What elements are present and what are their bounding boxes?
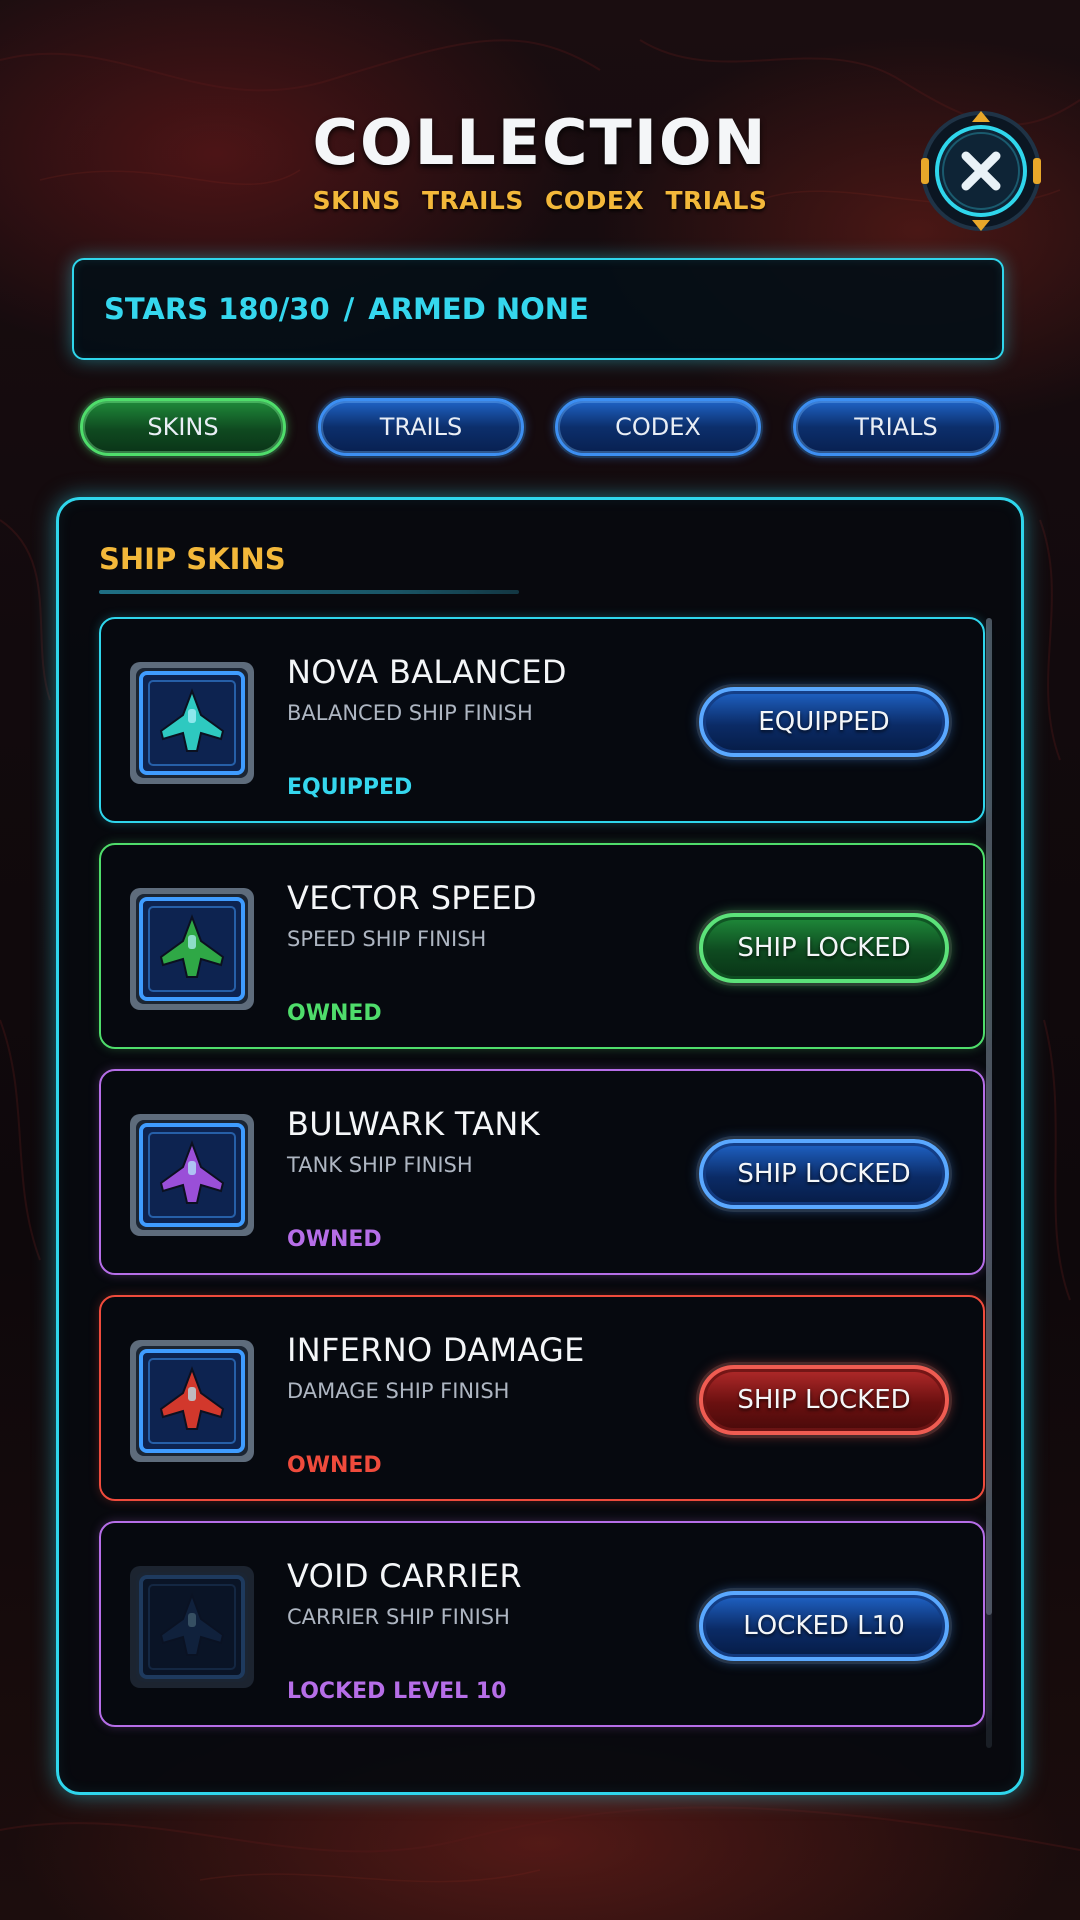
skin-status: OWNED bbox=[287, 1227, 382, 1252]
skin-name: INFERNO DAMAGE bbox=[287, 1331, 585, 1369]
skin-action-button[interactable]: LOCKED L10 bbox=[699, 1591, 949, 1661]
skin-description: DAMAGE SHIP FINISH bbox=[287, 1379, 510, 1403]
skin-name: VOID CARRIER bbox=[287, 1557, 522, 1595]
skin-description: CARRIER SHIP FINISH bbox=[287, 1605, 510, 1629]
ship-vector-icon bbox=[127, 885, 257, 1013]
close-button[interactable] bbox=[920, 110, 1042, 232]
scrollbar[interactable] bbox=[986, 618, 992, 1748]
page-title: COLLECTION bbox=[312, 106, 768, 179]
ship-inferno-icon bbox=[127, 1337, 257, 1465]
ship-bulwark-icon bbox=[127, 1111, 257, 1239]
skin-action-button[interactable]: EQUIPPED bbox=[699, 687, 949, 757]
ship-void-icon bbox=[127, 1563, 257, 1691]
tab-trials[interactable]: TRIALS bbox=[793, 398, 999, 456]
tab-codex[interactable]: CODEX bbox=[555, 398, 761, 456]
skins-panel: SHIP SKINS NOVA BALANCED BALANCED SHIP FI… bbox=[56, 497, 1024, 1795]
skin-name: VECTOR SPEED bbox=[287, 879, 537, 917]
subnav-trails[interactable]: TRAILS bbox=[422, 186, 524, 215]
ship-nova-icon bbox=[127, 659, 257, 787]
skin-card[interactable]: NOVA BALANCED BALANCED SHIP FINISH EQUIPPE… bbox=[99, 617, 985, 823]
skin-action-button[interactable]: SHIP LOCKED bbox=[699, 1365, 949, 1435]
subnav-trials[interactable]: TRIALS bbox=[665, 186, 767, 215]
stars-counter: STARS 180/30 bbox=[104, 292, 330, 326]
stats-bar: STARS 180/30 / ARMED NONE bbox=[72, 258, 1004, 360]
skin-card[interactable]: INFERNO DAMAGE DAMAGE SHIP FINISH OWNED SHI… bbox=[99, 1295, 985, 1501]
subnav-codex[interactable]: CODEX bbox=[545, 186, 644, 215]
skin-action-button[interactable]: SHIP LOCKED bbox=[699, 913, 949, 983]
skin-status: OWNED bbox=[287, 1001, 382, 1026]
skin-card[interactable]: BULWARK TANK TANK SHIP FINISH OWNED SHIP LO… bbox=[99, 1069, 985, 1275]
skin-card[interactable]: VECTOR SPEED SPEED SHIP FINISH OWNED SHIP L… bbox=[99, 843, 985, 1049]
skin-card[interactable]: VOID CARRIER CARRIER SHIP FINISH LOCKED LE… bbox=[99, 1521, 985, 1727]
tab-trails[interactable]: TRAILS bbox=[318, 398, 524, 456]
skin-status: LOCKED LEVEL 10 bbox=[287, 1679, 507, 1704]
close-icon bbox=[921, 111, 1041, 231]
skin-action-button[interactable]: SHIP LOCKED bbox=[699, 1139, 949, 1209]
skin-description: SPEED SHIP FINISH bbox=[287, 927, 487, 951]
stats-separator: / bbox=[343, 292, 355, 326]
skin-status: OWNED bbox=[287, 1453, 382, 1478]
skin-status: EQUIPPED bbox=[287, 775, 413, 800]
skin-name: BULWARK TANK bbox=[287, 1105, 540, 1143]
panel-title: SHIP SKINS bbox=[99, 542, 286, 576]
subnav: SKINS TRAILS CODEX TRIALS bbox=[0, 186, 1080, 215]
skin-description: BALANCED SHIP FINISH bbox=[287, 701, 533, 725]
scroll-thumb[interactable] bbox=[986, 618, 992, 1615]
subnav-skins[interactable]: SKINS bbox=[313, 186, 401, 215]
tab-skins[interactable]: SKINS bbox=[80, 398, 286, 456]
panel-title-underline bbox=[99, 590, 519, 594]
skin-name: NOVA BALANCED bbox=[287, 653, 567, 691]
skin-description: TANK SHIP FINISH bbox=[287, 1153, 473, 1177]
armed-status: ARMED NONE bbox=[368, 292, 589, 326]
